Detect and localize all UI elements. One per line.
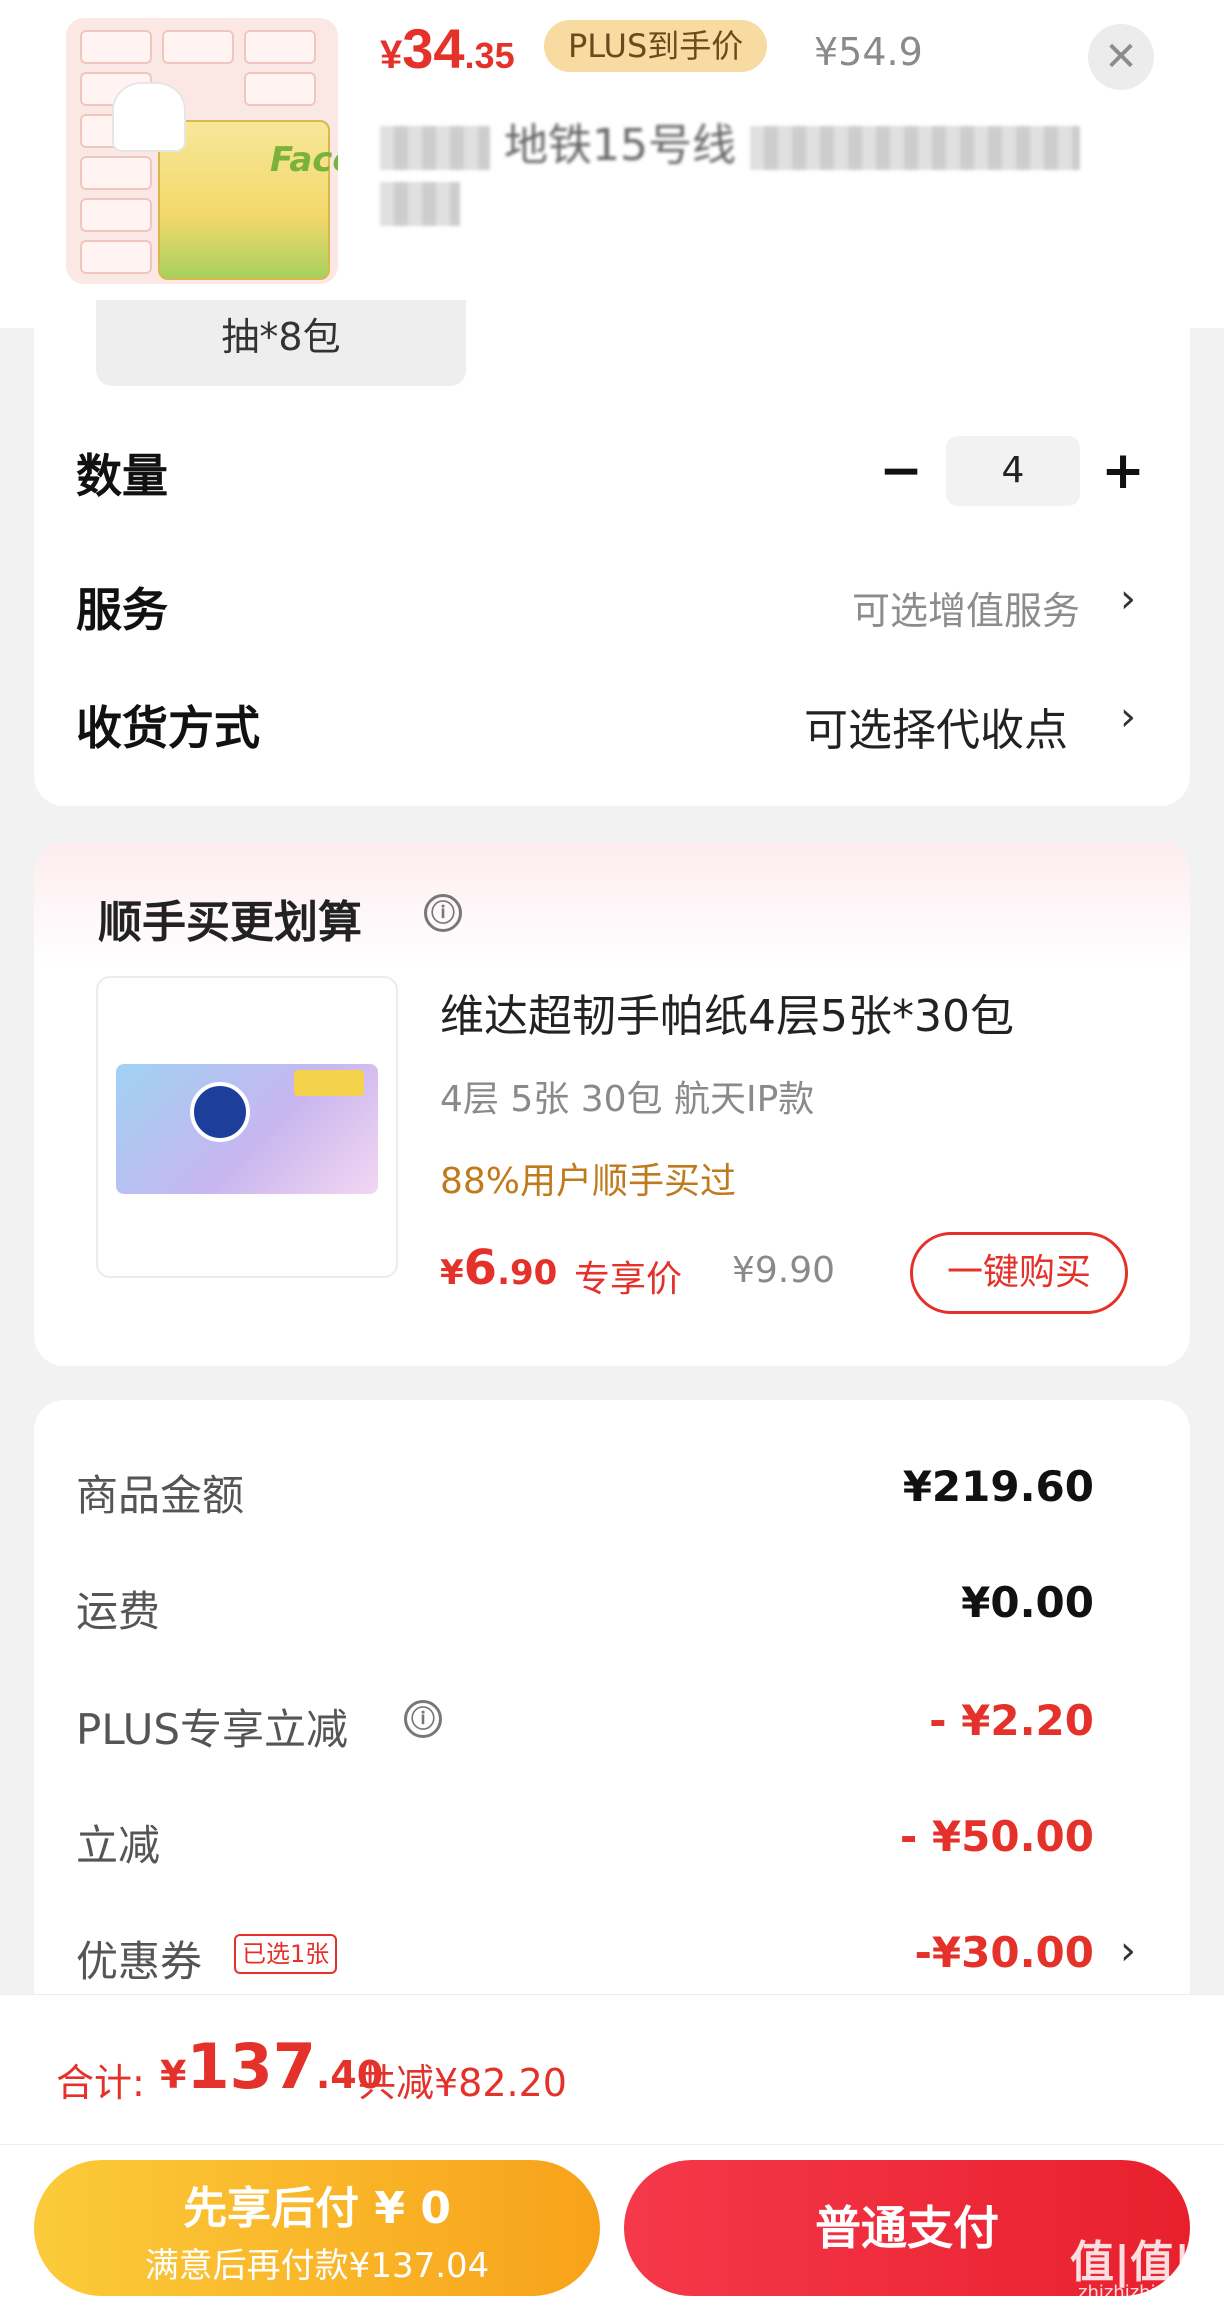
watermark-site: zhizhizhi.com xyxy=(1078,2282,1200,2303)
summary-label-coupon[interactable]: 优惠券 xyxy=(76,1928,202,1989)
close-button[interactable]: ✕ xyxy=(1088,24,1154,90)
delivery-chevron-icon[interactable]: › xyxy=(1120,694,1136,740)
quantity-increase-button[interactable]: + xyxy=(1098,445,1148,497)
summary-value-instant-discount: - ¥50.00 xyxy=(899,1812,1094,1861)
plus-price-badge: PLUS到手价 xyxy=(544,20,768,72)
quantity-label: 数量 xyxy=(76,449,168,503)
tissue-pack-graphic xyxy=(80,30,152,64)
recommend-price-label: 专享价 xyxy=(574,1259,683,1300)
info-icon[interactable]: ⓘ xyxy=(424,894,462,932)
tissue-pack-graphic xyxy=(244,72,316,106)
recommend-stat: 88%用户顺手买过 xyxy=(440,1161,737,1202)
plus-discount-info-icon[interactable]: ⓘ xyxy=(404,1700,442,1738)
tissue-pack-graphic xyxy=(80,240,152,274)
summary-label-plus-discount: PLUS专享立减 xyxy=(76,1705,349,1754)
recommend-product-name[interactable]: 维达超韧手帕纸4层5张*30包 xyxy=(440,980,1014,1044)
promo-tag-graphic xyxy=(294,1070,364,1096)
watermark-logo: 值|值|值 xyxy=(1070,2237,1224,2288)
redacted-block xyxy=(380,126,490,170)
tissue-pack-graphic xyxy=(80,156,152,190)
recommend-product-image[interactable] xyxy=(96,976,398,1278)
delivery-value[interactable]: 可选择代收点 xyxy=(804,694,1068,758)
total-price: ¥137.40 xyxy=(160,2030,384,2103)
summary-value-plus-discount: - ¥2.20 xyxy=(929,1696,1094,1745)
header-original-price: ¥54.9 xyxy=(814,30,923,74)
tissue-pack-graphic xyxy=(80,198,152,232)
spec-chip-selected[interactable]: 抽*8包 xyxy=(96,300,466,386)
pay-later-subtitle: 满意后再付款¥137.04 xyxy=(144,2246,490,2286)
summary-label-instant-discount: 立减 xyxy=(76,1821,161,1870)
recommend-title: 顺手买更划算 xyxy=(98,897,362,948)
one-click-buy-button[interactable]: 一键购买 xyxy=(910,1232,1128,1314)
tissue-pack-graphic xyxy=(244,30,316,64)
total-label: 合计: xyxy=(56,2061,145,2105)
pay-later-button[interactable]: 先享后付 ¥ 0 满意后再付款¥137.04 xyxy=(34,2160,600,2296)
delivery-label: 收货方式 xyxy=(76,701,260,755)
header-price: ¥34.35 xyxy=(380,17,515,80)
brand-logo-graphic xyxy=(190,1082,250,1142)
tissue-sheet-graphic xyxy=(112,82,186,152)
brand-logo-graphic: Face xyxy=(270,140,338,180)
service-chevron-icon[interactable]: › xyxy=(1120,576,1136,622)
tissue-pack-graphic xyxy=(162,30,234,64)
coupon-chevron-icon[interactable]: › xyxy=(1120,1928,1136,1974)
summary-value-goods: ¥219.60 xyxy=(902,1462,1094,1511)
total-saved: 共减¥82.20 xyxy=(358,2061,567,2105)
summary-value-shipping: ¥0.00 xyxy=(961,1578,1094,1627)
recommend-product-spec: 4层 5张 30包 航天IP款 xyxy=(440,1079,815,1120)
recommend-original-price: ¥9.90 xyxy=(732,1250,836,1291)
pay-later-title: 先享后付 ¥ 0 xyxy=(183,2183,451,2234)
redacted-block xyxy=(750,126,1080,170)
summary-label-shipping: 运费 xyxy=(76,1587,161,1636)
redacted-block xyxy=(380,182,460,226)
product-thumbnail: Face xyxy=(66,18,338,284)
coupon-selected-tag[interactable]: 已选1张 xyxy=(234,1934,338,1974)
quantity-decrease-button[interactable]: − xyxy=(876,445,926,497)
close-icon: ✕ xyxy=(1104,34,1138,80)
summary-label-goods: 商品金额 xyxy=(76,1471,245,1520)
summary-value-coupon[interactable]: -¥30.00 xyxy=(914,1928,1094,1977)
service-value[interactable]: 可选增值服务 xyxy=(852,580,1080,635)
service-label: 服务 xyxy=(76,583,168,637)
product-title-blurred: 地铁15号线 xyxy=(380,118,1160,228)
quantity-input[interactable]: 4 xyxy=(946,436,1080,506)
recommend-price: ¥6.90 xyxy=(440,1240,558,1296)
